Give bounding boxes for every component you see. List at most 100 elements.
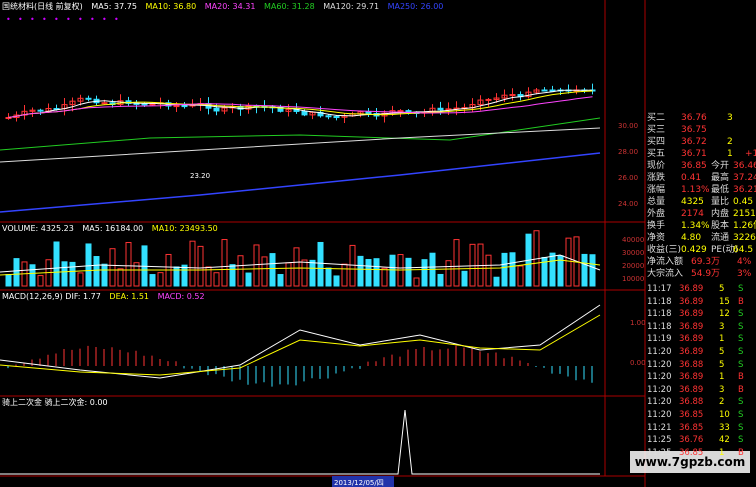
tick-cell: S [738, 410, 744, 420]
indicator-label: 骑上二次金 骑上二次金: 0.00 [2, 398, 108, 407]
volume-bar [325, 267, 332, 287]
volume-bar [189, 240, 196, 287]
tick-cell: S [738, 359, 744, 370]
price-tick: 30.00 [618, 122, 638, 130]
tick-cell: 36.89 [679, 334, 704, 345]
indicator-header: 骑上二次金 骑上二次金: 0.00 [2, 398, 114, 408]
tick-cell: 5 [719, 347, 725, 357]
bid-row: 买二 36.76 3 [645, 112, 756, 124]
tick-row[interactable]: 11:20 36.88 5 S [645, 359, 756, 371]
tick-cell: B [738, 372, 744, 383]
volume-bar [69, 261, 76, 287]
tick-row[interactable]: 11:25 36.85 1 B [645, 447, 756, 459]
volume-tick: 20000 [622, 262, 644, 270]
tick-cell: 11:20 [647, 410, 672, 420]
volume-bar [5, 274, 12, 287]
candle [485, 98, 492, 101]
volume-bar [389, 254, 396, 287]
volume-bar [157, 272, 164, 287]
tick-cell: 42 [719, 435, 730, 446]
tick-cell: 36.89 [679, 309, 704, 320]
volume-bar [309, 259, 316, 287]
bid-row-cell: 2 [727, 137, 733, 147]
tick-cell: S [738, 422, 744, 433]
tick-row[interactable]: 11:20 36.85 10 S [645, 409, 756, 421]
marker-dot: • [42, 15, 47, 24]
candle [85, 97, 92, 100]
volume-bar [109, 248, 116, 287]
tick-cell: 1 [719, 372, 725, 383]
volume-bar [333, 275, 340, 287]
quote-row-cell: 36.21 [733, 185, 756, 195]
tick-cell: 3 [719, 321, 725, 332]
indicator-line [0, 409, 600, 475]
volume-bar [261, 256, 268, 287]
tick-cell: 36.89 [679, 347, 704, 357]
volume-bar [149, 274, 156, 287]
tick-row[interactable]: 11:20 36.88 2 S [645, 396, 756, 408]
tick-cell: 11:18 [647, 309, 672, 320]
tick-row[interactable]: 11:20 36.89 1 B [645, 371, 756, 383]
ma60-line [0, 117, 601, 151]
flow-row-cell: 4% [737, 257, 752, 267]
bid-row-cell: 买四 [647, 137, 666, 147]
volume-bar [301, 259, 308, 287]
tick-cell: 11:20 [647, 372, 672, 383]
quote-row-cell: 内盘 [711, 209, 730, 219]
quote-row-cell: 4.80 [681, 233, 702, 243]
date-cursor-label: 2013/12/05/四 [334, 479, 384, 487]
ma120-label: MA120: 29.71 [323, 2, 380, 11]
volume-bar [509, 252, 516, 287]
tick-cell: 11:17 [647, 284, 672, 294]
quote-row: 涨跌 0.41 最高 37.24 [645, 172, 756, 184]
candle [301, 110, 308, 116]
dif-line [0, 304, 601, 379]
candle [181, 105, 188, 108]
tick-cell: B [738, 447, 744, 458]
quote-row: 现价 36.85 今开 36.46 [645, 160, 756, 172]
quote-row-cell: 收益(三) [647, 245, 682, 255]
ma20-label: MA20: 34.31 [204, 2, 256, 11]
quote-row-cell: 今开 [711, 161, 730, 171]
volume-bar [565, 237, 572, 287]
flow-row: 净流入额 69.3万 4% [645, 256, 756, 268]
quote-row: 收益(三) 0.429 PE(动) 64.5 [645, 244, 756, 256]
tick-row[interactable]: 11:18 36.89 12 S [645, 308, 756, 320]
tick-row[interactable]: 11:20 36.89 5 S [645, 346, 756, 358]
tick-cell: 11:18 [647, 296, 672, 307]
quote-row-cell: 37.24 [733, 173, 756, 183]
volume-bar [413, 277, 420, 287]
candle [437, 107, 444, 111]
quote-row-cell: 0.45 [733, 197, 754, 207]
volume-bar [237, 255, 244, 287]
tick-row[interactable]: 11:19 36.89 1 S [645, 333, 756, 345]
tick-row[interactable]: 11:25 36.76 42 S [645, 434, 756, 446]
tick-cell: S [738, 435, 744, 446]
volume-bar [85, 243, 92, 287]
tick-cell: 15 [719, 296, 730, 307]
price-header: 国统材料(日线 前复权) MA5: 37.75 MA10: 36.80 MA20… [2, 2, 449, 12]
quote-row-cell: 64.5 [733, 245, 754, 255]
bid-row-cell: 36.75 [681, 125, 707, 135]
tick-row[interactable]: 11:21 36.85 33 S [645, 422, 756, 434]
candle [549, 89, 556, 92]
bid-row-cell: 买三 [647, 125, 666, 135]
tick-row[interactable]: 11:18 36.89 15 B [645, 296, 756, 308]
marker-dot: • [78, 15, 83, 24]
quote-row: 换手 1.34%股本1.26亿 [645, 220, 756, 232]
tick-row[interactable]: 11:20 36.89 3 B [645, 384, 756, 396]
tick-cell: 11:25 [647, 435, 672, 446]
flow-row-cell: 3% [737, 269, 752, 279]
chart-canvas[interactable]: 30.0028.0026.0024.0023.20400003000020000… [0, 0, 756, 487]
tick-row[interactable]: 11:18 36.89 3 S [645, 321, 756, 333]
candle [101, 102, 108, 105]
volume-bar [437, 273, 444, 287]
quote-row-cell: 涨跌 [647, 173, 666, 183]
volume-tick: 40000 [622, 236, 644, 244]
flow-row-cell: 大宗流入 [647, 269, 684, 279]
volume-bar [61, 261, 68, 287]
candle [37, 109, 44, 112]
quote-row: 总量 4325 量比 0.45 [645, 196, 756, 208]
tick-row[interactable]: 11:17 36.89 5 S [645, 283, 756, 295]
tick-cell: 10 [719, 410, 730, 420]
